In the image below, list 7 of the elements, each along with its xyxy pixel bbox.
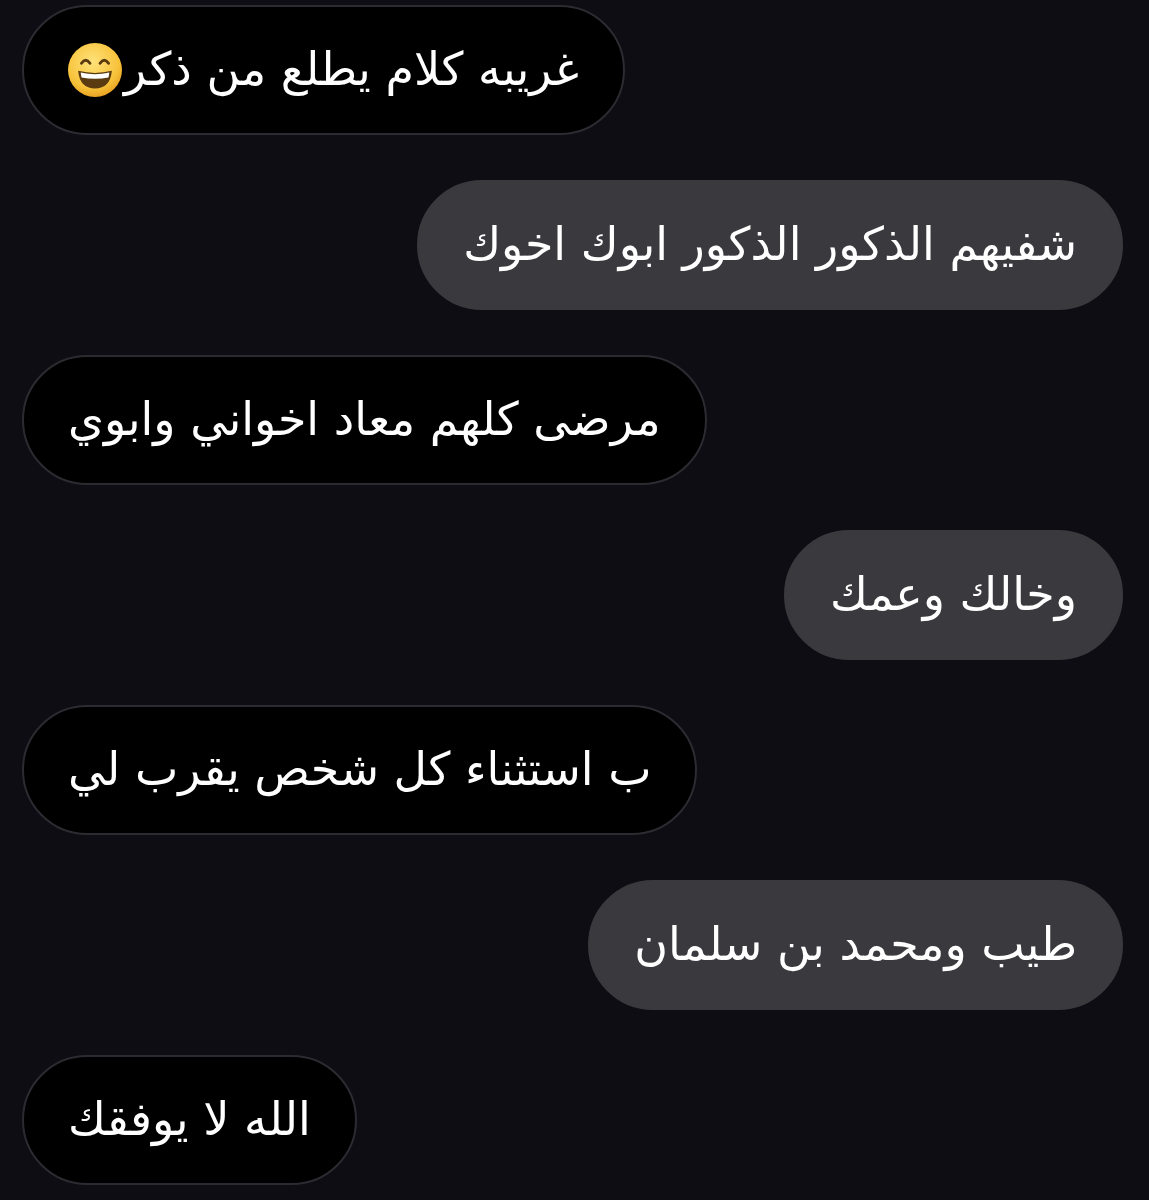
- message-text: غريبه كلام يطلع من ذكر: [124, 42, 579, 98]
- message-text: ب استثناء كل شخص يقرب لي: [68, 742, 652, 798]
- message-text: مرضى كلهم معاد اخواني وابوي: [68, 392, 661, 448]
- message-text: طيب ومحمد بن سلمان: [634, 917, 1077, 973]
- message-text: الله لا يوفقك: [68, 1092, 311, 1148]
- message-text: شفيهم الذكور الذكور ابوك اخوك: [463, 217, 1077, 273]
- message-text: وخالك وعمك: [829, 567, 1077, 623]
